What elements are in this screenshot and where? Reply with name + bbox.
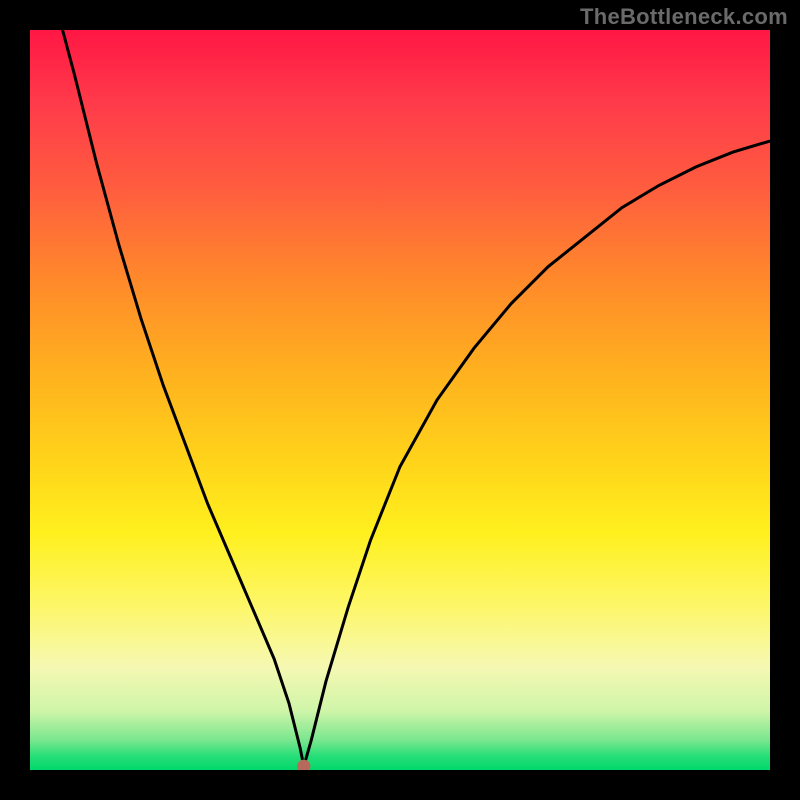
watermark-text: TheBottleneck.com xyxy=(580,4,788,30)
bottleneck-curve-svg xyxy=(30,30,770,770)
chart-frame: TheBottleneck.com xyxy=(0,0,800,800)
bottleneck-curve-path xyxy=(57,30,770,766)
optimal-point-marker xyxy=(297,760,310,770)
